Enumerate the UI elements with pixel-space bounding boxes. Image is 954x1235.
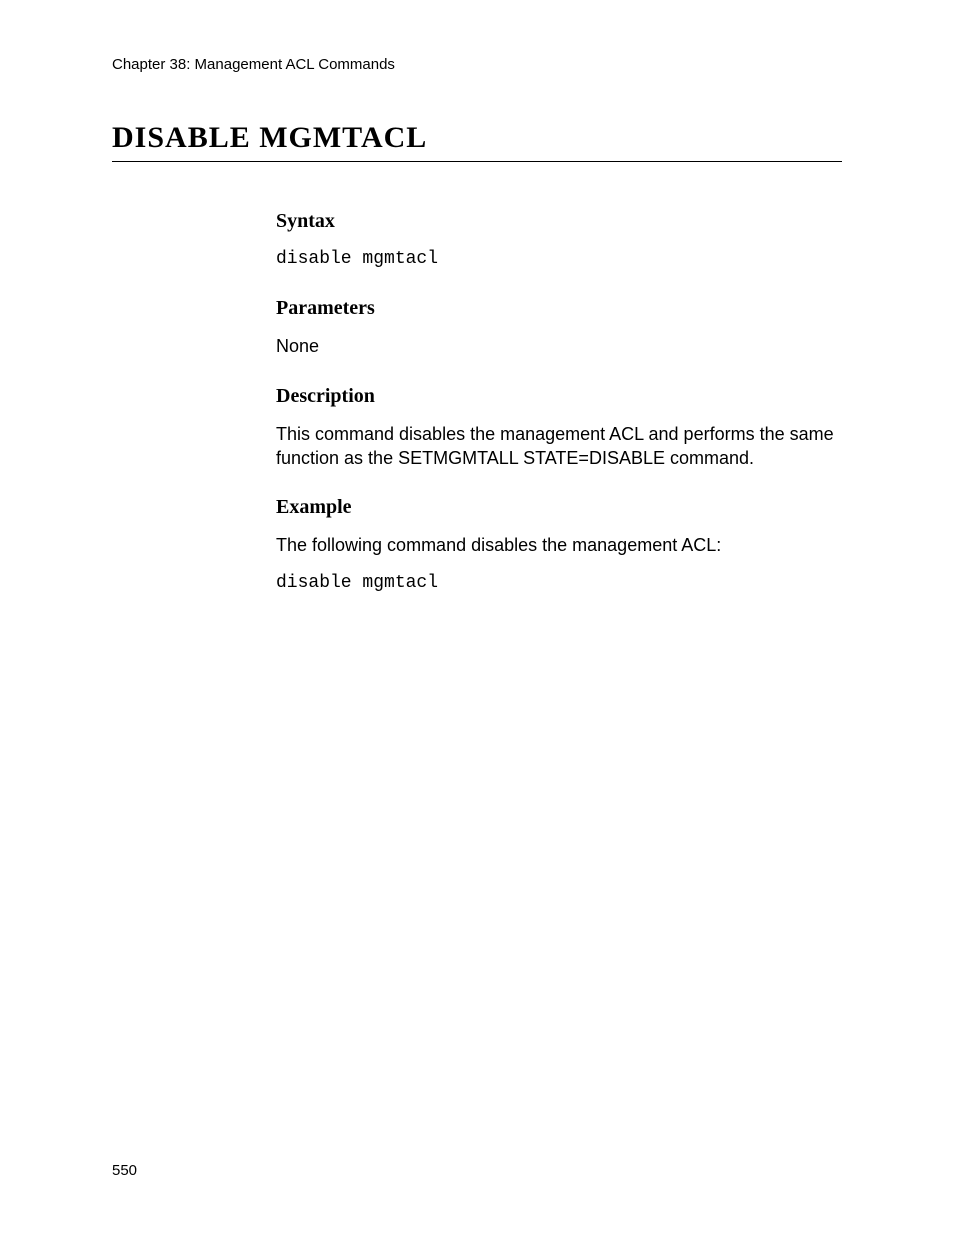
parameters-value: None: [276, 334, 836, 358]
description-text: This command disables the management ACL…: [276, 422, 836, 471]
page-container: Chapter 38: Management ACL Commands DISA…: [0, 0, 954, 1235]
page-title: DISABLE MGMTACL: [112, 121, 842, 162]
example-command: disable mgmtacl: [276, 571, 836, 595]
section-heading-description: Description: [276, 385, 836, 408]
section-heading-syntax: Syntax: [276, 210, 836, 233]
chapter-header: Chapter 38: Management ACL Commands: [112, 56, 842, 73]
syntax-command: disable mgmtacl: [276, 247, 836, 271]
content-region: Syntax disable mgmtacl Parameters None D…: [276, 210, 836, 596]
example-intro: The following command disables the manag…: [276, 533, 836, 557]
section-heading-parameters: Parameters: [276, 297, 836, 320]
page-number: 550: [112, 1162, 137, 1179]
section-heading-example: Example: [276, 496, 836, 519]
